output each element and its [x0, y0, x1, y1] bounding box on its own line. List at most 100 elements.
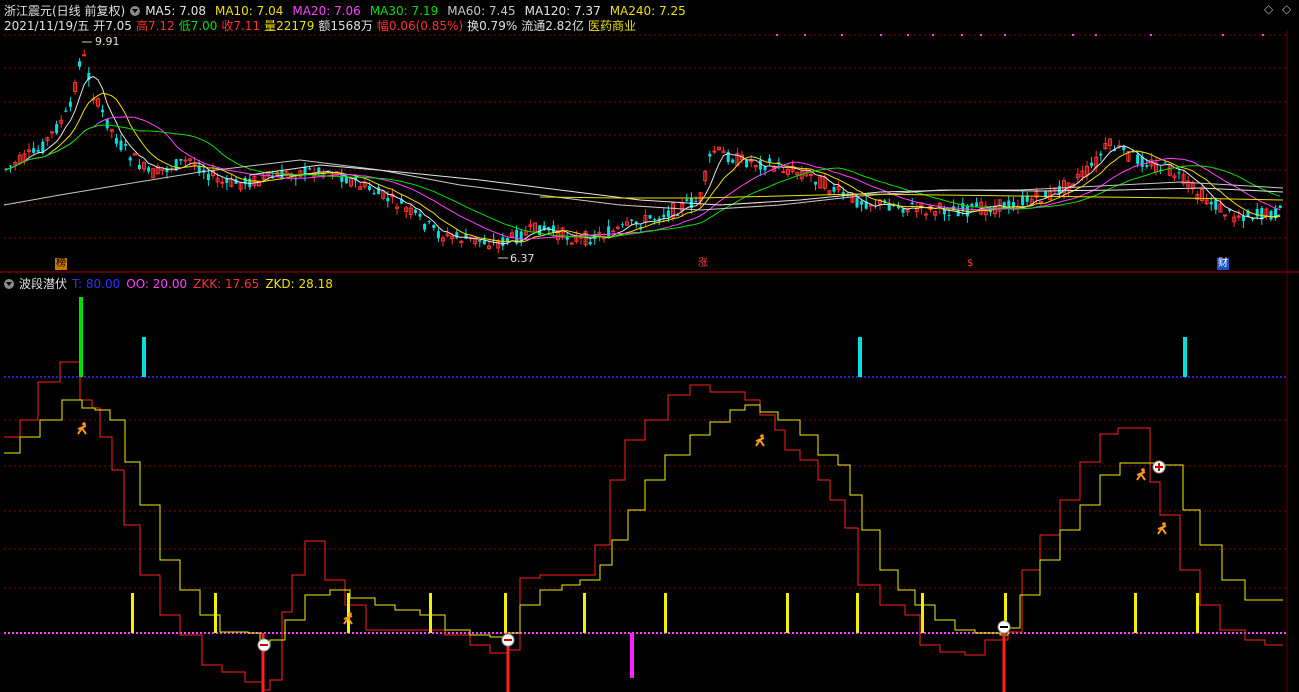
- signal-bar: [504, 593, 507, 633]
- candle-body: [160, 168, 165, 171]
- diamond-icon[interactable]: ◇: [1282, 2, 1291, 16]
- candle-body: [832, 187, 836, 192]
- candle-body: [1177, 172, 1181, 174]
- indicator-header: 波段潜伏 T: 80.00 OO: 20.00 ZKK: 17.65 ZKD: 28.…: [4, 275, 333, 292]
- event-marker-zhang[interactable]: 涨: [697, 258, 709, 270]
- candle-body: [551, 225, 555, 233]
- dot-icon: [841, 34, 843, 36]
- candle-body: [68, 101, 72, 107]
- candle-body: [114, 137, 118, 144]
- candle-body: [781, 171, 786, 174]
- candle-body: [648, 215, 652, 219]
- price-high-label: 9.91: [95, 35, 120, 48]
- candle-body: [814, 181, 818, 185]
- running-person-icon: [755, 437, 765, 442]
- candle-body: [427, 221, 431, 223]
- event-marker-cai[interactable]: 财: [1217, 258, 1229, 270]
- candle-body: [1136, 154, 1140, 164]
- indicator-value-label: T: 80.00: [72, 276, 121, 291]
- zkd-line: [4, 399, 1283, 648]
- candle-body: [1145, 165, 1149, 167]
- candle-body: [147, 167, 151, 172]
- candle-body: [924, 213, 928, 216]
- dot-icon: [1072, 34, 1074, 36]
- diamond-icon[interactable]: ◇: [1264, 2, 1273, 16]
- ma-legend: MA5: 7.08 MA10: 7.04 MA20: 7.06 MA30: 7.19 M…: [145, 4, 686, 18]
- candle-body: [961, 203, 965, 212]
- candle-body: [418, 213, 422, 217]
- ma-line: [5, 92, 1281, 243]
- running-person-icon: [343, 615, 353, 620]
- candle-body: [731, 159, 735, 163]
- quote-volume: 量22179: [264, 19, 315, 33]
- dot-icon: [961, 34, 963, 36]
- candle-body: [124, 143, 128, 146]
- ma-label: MA30: 7.19: [369, 3, 439, 18]
- candle-body: [630, 219, 634, 221]
- signal-bar: [429, 593, 432, 633]
- candle-body: [308, 168, 312, 170]
- candle-body: [1090, 162, 1094, 167]
- event-marker-bang[interactable]: 榜: [55, 258, 67, 270]
- candle-body: [386, 197, 390, 202]
- quote-high: 高7.12: [135, 19, 175, 33]
- dropdown-circle-icon[interactable]: [130, 5, 141, 16]
- signal-bar: [1134, 593, 1137, 633]
- candle-body: [611, 230, 616, 233]
- candle-body: [413, 209, 417, 213]
- candle-body: [1223, 214, 1227, 217]
- candle-body: [947, 214, 951, 216]
- candle-body: [708, 153, 712, 157]
- chart-canvas[interactable]: [0, 0, 1299, 692]
- candle-body: [367, 186, 371, 191]
- candle-body: [436, 231, 440, 239]
- ma-label: MA5: 7.08: [145, 3, 206, 18]
- candle-body: [685, 199, 689, 201]
- dot-icon: [880, 34, 882, 36]
- candle-body: [183, 159, 188, 162]
- candle-body: [36, 149, 40, 152]
- candle-body: [1057, 185, 1061, 194]
- ma-label: MA10: 7.04: [214, 3, 284, 18]
- candle-body: [82, 54, 87, 57]
- quote-float-cap: 流通2.82亿: [521, 19, 584, 33]
- candle-body: [432, 224, 436, 228]
- candle-body: [128, 157, 132, 161]
- ma-label: MA60: 7.45: [447, 3, 516, 18]
- candle-body: [1269, 211, 1273, 220]
- candle-body: [1209, 201, 1213, 205]
- candle-body: [970, 203, 974, 206]
- dot-icon: [932, 34, 934, 36]
- candle-body: [372, 193, 376, 195]
- ma-label: MA120: 7.37: [524, 3, 601, 18]
- dropdown-circle-icon[interactable]: [4, 278, 14, 289]
- candle-body: [588, 242, 592, 245]
- candle-body: [119, 140, 123, 151]
- signal-bar: [1196, 593, 1199, 633]
- candle-body: [860, 201, 864, 205]
- signal-bar: [142, 337, 146, 377]
- running-person-icon: [1157, 525, 1167, 530]
- candle-body: [220, 181, 225, 184]
- candle-body: [64, 110, 68, 112]
- price-low-label: 6.37: [510, 252, 535, 265]
- candle-body: [1025, 195, 1029, 202]
- dot-icon: [1150, 34, 1152, 36]
- candle-body: [620, 224, 624, 226]
- candle-body: [975, 202, 979, 207]
- candle-body: [32, 148, 36, 153]
- signal-bar: [856, 593, 859, 633]
- signal-bar: [786, 593, 789, 633]
- candle-body: [901, 208, 905, 213]
- event-marker-dollar[interactable]: $: [966, 258, 974, 270]
- dot-icon: [907, 34, 909, 36]
- dot-icon: [1222, 34, 1224, 36]
- signal-bar: [1183, 337, 1187, 377]
- candle-body: [101, 109, 105, 113]
- candle-body: [607, 226, 611, 237]
- dot-icon: [1004, 34, 1006, 36]
- indicator-value-label: ZKD: 28.18: [265, 276, 333, 291]
- dot-icon: [1095, 34, 1097, 36]
- signal-bar: [921, 593, 924, 633]
- candle-body: [1099, 153, 1103, 156]
